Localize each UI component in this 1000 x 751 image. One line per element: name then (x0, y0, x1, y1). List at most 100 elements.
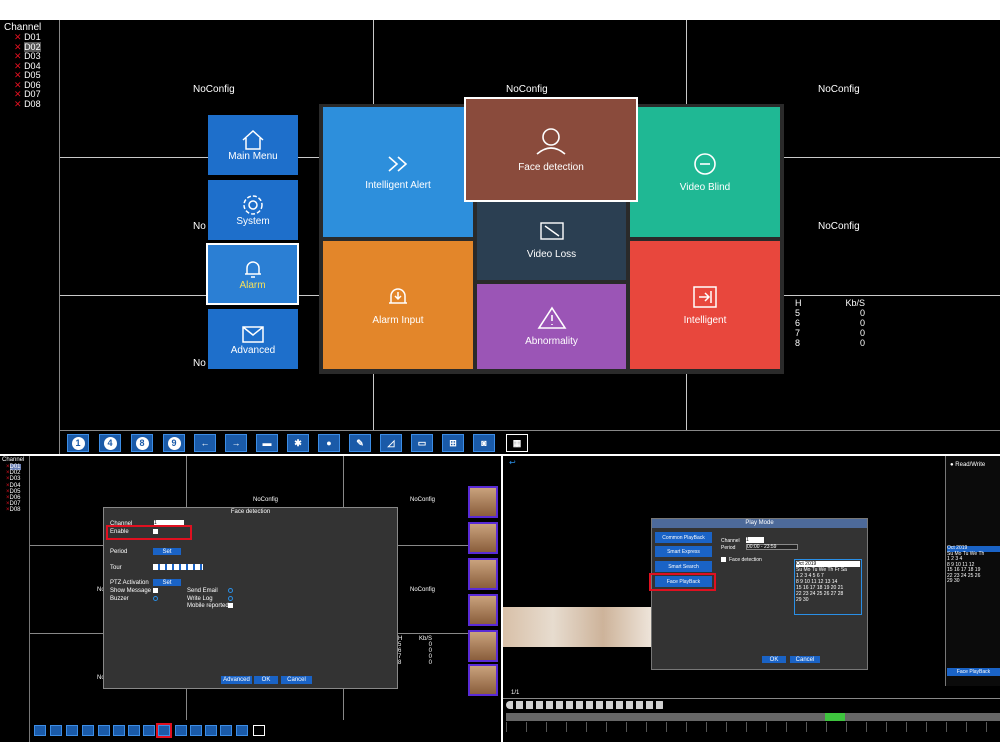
alarm-input-label: Alarm Input (372, 314, 424, 326)
qr-icon[interactable] (253, 725, 265, 736)
main-menu-button[interactable]: Main Menu (208, 115, 298, 175)
bitrate-table-small: H Kb/S 50 60 70 80 (398, 636, 432, 666)
back-icon[interactable]: ↩ (509, 458, 516, 467)
chart-icon[interactable] (190, 725, 202, 736)
face-detection-tile[interactable]: Face detection (464, 97, 638, 202)
monitor-icon[interactable] (205, 725, 217, 736)
face-thumbnail[interactable] (468, 522, 498, 554)
page-indicator: 1/1 (511, 690, 520, 696)
buzzer-radio[interactable] (153, 596, 158, 601)
minus-circle-icon (694, 152, 716, 175)
prev-arrow-icon[interactable]: ← (194, 434, 216, 452)
video-blind-tile[interactable]: Video Blind (630, 107, 780, 237)
face-detection-checkbox[interactable] (721, 557, 726, 562)
layout-9-button[interactable]: 9 (163, 434, 185, 452)
video-loss-label: Video Loss (526, 248, 577, 260)
divider (503, 698, 1000, 699)
prev-arrow-icon[interactable] (98, 725, 110, 736)
calendar-week[interactable]: 29 30 (796, 597, 860, 603)
network-icon[interactable] (220, 725, 232, 736)
face-icon (536, 128, 566, 155)
mobile-reported-checkbox[interactable] (228, 603, 233, 608)
channel-item[interactable]: ✕ D08 (14, 99, 41, 110)
camera-icon[interactable] (175, 725, 187, 736)
main-menu-label: Main Menu (228, 150, 278, 162)
period-field[interactable]: 00:00 - 23:59 (746, 544, 798, 550)
send-email-radio[interactable] (228, 588, 233, 593)
ptz-set-button[interactable]: Set (153, 579, 181, 586)
ok-button[interactable]: OK (762, 656, 786, 663)
ok-button[interactable]: OK (254, 676, 278, 684)
next-arrow-icon[interactable] (113, 725, 125, 736)
advanced-button[interactable]: Advanced (221, 676, 252, 684)
side-calendar[interactable]: Oct 2019 Su Mo Tu We Th 1 2 3 4 8 9 10 1… (947, 545, 1000, 585)
intelligent-tile[interactable]: Intelligent (630, 241, 780, 369)
bitrate-cell: 8 (398, 660, 402, 666)
layout-1-button[interactable] (34, 725, 46, 736)
bitrate-header: Kb/S (845, 298, 865, 308)
layout-9-button[interactable] (82, 725, 94, 736)
noconfig-label: NoConfig (253, 497, 279, 503)
chart-icon[interactable]: ◿ (380, 434, 402, 452)
period-set-button[interactable]: Set (153, 548, 181, 555)
record-icon[interactable]: ▬ (256, 434, 278, 452)
next-arrow-icon[interactable]: → (225, 434, 247, 452)
intelligent-alert-tile[interactable]: Intelligent Alert (323, 107, 473, 237)
face-icon[interactable]: ● (318, 434, 340, 452)
alarm-button[interactable]: Alarm (206, 243, 299, 305)
write-log-radio[interactable] (228, 596, 233, 601)
mobile-reported-label: Mobile reported (187, 603, 229, 609)
cancel-button[interactable]: Cancel (790, 656, 820, 663)
face-thumbnail[interactable] (468, 630, 498, 662)
buzzer-label: Buzzer (110, 596, 129, 602)
lock-icon[interactable]: ◙ (473, 434, 495, 452)
abnormality-tile[interactable]: Abnormality (477, 284, 626, 369)
channel-item-small[interactable]: ×D08 (6, 507, 21, 513)
face-thumbnail[interactable] (468, 664, 498, 696)
smart-search-button[interactable]: Smart Search (655, 561, 712, 572)
calendar[interactable]: Oct 2019 Su Mo Tu We Th Fr Sa 1 2 3 4 5 … (794, 559, 862, 615)
face-thumbnail[interactable] (468, 594, 498, 626)
lock-icon[interactable] (236, 725, 248, 736)
exit-icon (693, 285, 717, 308)
layout-1-button[interactable]: 1 (67, 434, 89, 452)
layout-8-button[interactable] (66, 725, 78, 736)
intelligent-label: Intelligent (683, 314, 727, 326)
bitrate-table: H Kb/S 5 0 6 0 7 0 8 0 (795, 298, 865, 348)
face-detection-label: Face detection (729, 557, 762, 563)
layout-4-button[interactable] (50, 725, 62, 736)
system-button[interactable]: System (208, 180, 298, 240)
playback-controls[interactable] (506, 701, 666, 709)
cancel-button[interactable]: Cancel (281, 676, 312, 684)
tour-checkboxes[interactable] (153, 564, 203, 570)
qr-icon[interactable]: ▦ (506, 434, 528, 452)
channel-title-small: Channel (2, 457, 25, 463)
timeline-record-segment (825, 713, 845, 721)
camera-icon[interactable]: ✎ (349, 434, 371, 452)
timeline-bar[interactable] (506, 713, 1000, 721)
channel-list: ✕ D01 ✕ D02 ✕ D03 ✕ D04 ✕ D05 ✕ D06 ✕ D0… (14, 32, 41, 110)
abnormality-label: Abnormality (525, 336, 578, 347)
monitor-icon[interactable]: ▭ (411, 434, 433, 452)
common-playback-button[interactable]: Common PlayBack (655, 532, 712, 543)
advanced-button[interactable]: Advanced (208, 309, 298, 369)
alarm-label: Alarm (239, 279, 266, 291)
layout-4-button[interactable]: 4 (99, 434, 121, 452)
record-icon[interactable] (128, 725, 140, 736)
video-loss-tile[interactable]: Video Loss (477, 200, 626, 280)
noconfig-label: NoConfig (818, 84, 860, 95)
read-write-label: ● Read/Write (950, 462, 986, 468)
layout-8-button[interactable]: 8 (131, 434, 153, 452)
network-icon[interactable]: ⊞ (442, 434, 464, 452)
person-icon[interactable] (143, 725, 155, 736)
channel-select[interactable]: 1 (746, 537, 764, 543)
face-thumbnail[interactable] (468, 486, 498, 518)
alarm-input-tile[interactable]: Alarm Input (323, 241, 473, 369)
person-icon[interactable]: ✱ (287, 434, 309, 452)
show-message-label: Show Message (110, 588, 152, 594)
face-thumbnail[interactable] (468, 558, 498, 590)
face-strip (503, 607, 653, 647)
smart-express-button[interactable]: Smart Express (655, 546, 712, 557)
show-message-checkbox[interactable] (153, 588, 158, 593)
timeline-ruler (506, 722, 1000, 732)
